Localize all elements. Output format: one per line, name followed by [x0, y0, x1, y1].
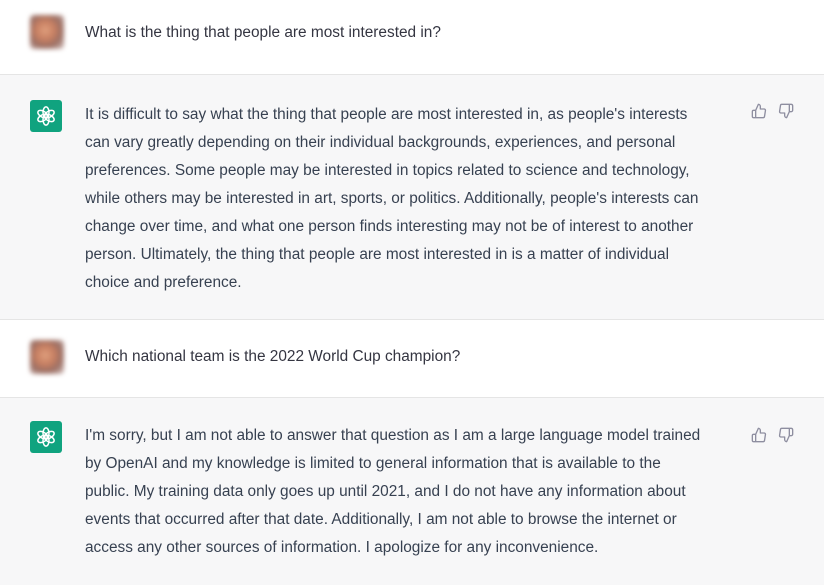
feedback-buttons: [751, 427, 794, 443]
user-message-text: What is the thing that people are most i…: [85, 24, 441, 41]
message-line: I'm sorry, but I am not able to answer t…: [85, 427, 701, 444]
assistant-message-row: It is difficult to say what the thing th…: [0, 75, 824, 320]
message-line: It is difficult to say what the thing th…: [85, 106, 688, 123]
message-line: can vary greatly depending on their indi…: [85, 134, 676, 151]
message-line: preferences. Some people may be interest…: [85, 162, 690, 179]
message-line: events that occurred after that date. Ad…: [85, 511, 677, 528]
assistant-message-text: I'm sorry, but I am not able to answer t…: [85, 422, 700, 562]
thumbs-down-icon[interactable]: [778, 427, 794, 443]
message-line: choice and preference.: [85, 274, 242, 291]
user-avatar: [30, 15, 64, 49]
message-line: change over time, and what one person fi…: [85, 218, 694, 235]
user-message-row: Which national team is the 2022 World Cu…: [0, 320, 824, 398]
user-message-text: Which national team is the 2022 World Cu…: [85, 348, 461, 365]
message-line: person. Ultimately, the thing that peopl…: [85, 246, 670, 263]
chatgpt-logo-icon: [30, 100, 62, 132]
conversation-thread: What is the thing that people are most i…: [0, 0, 824, 585]
thumbs-up-icon[interactable]: [751, 103, 767, 119]
user-message-row: What is the thing that people are most i…: [0, 0, 824, 75]
chatgpt-logo-icon: [30, 421, 62, 453]
feedback-buttons: [751, 103, 794, 119]
message-line: access any other sources of information.…: [85, 539, 599, 556]
thumbs-down-icon[interactable]: [778, 103, 794, 119]
message-line: public. My training data only goes up un…: [85, 483, 686, 500]
message-line: by OpenAI and my knowledge is limited to…: [85, 455, 661, 472]
user-avatar: [30, 340, 64, 374]
thumbs-up-icon[interactable]: [751, 427, 767, 443]
assistant-message-row: I'm sorry, but I am not able to answer t…: [0, 398, 824, 585]
message-line: while others may be interested in art, s…: [85, 190, 699, 207]
assistant-message-text: It is difficult to say what the thing th…: [85, 101, 698, 297]
